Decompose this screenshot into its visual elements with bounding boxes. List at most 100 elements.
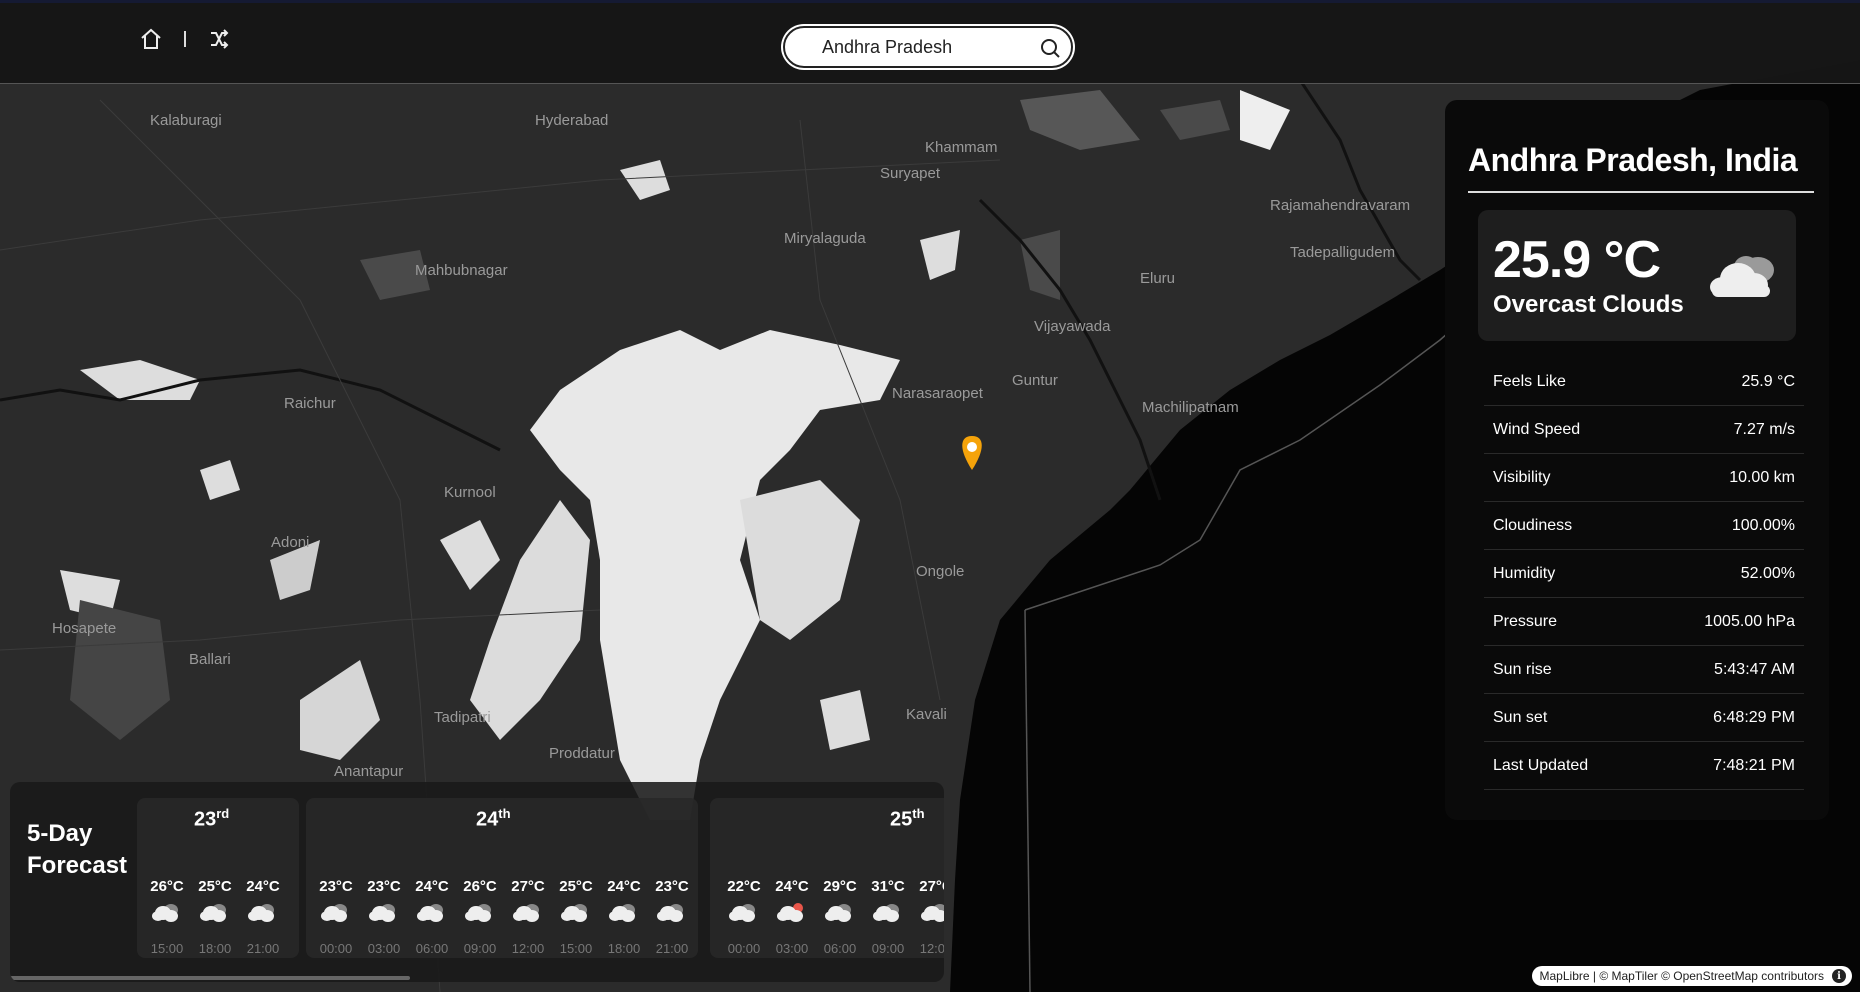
info-icon[interactable]: i: [1832, 969, 1846, 983]
map-attribution: MapLibre | © MapTiler © OpenStreetMap co…: [1531, 966, 1852, 986]
detail-row: Humidity 52.00%: [1484, 550, 1804, 598]
cloud-icon: [321, 904, 347, 922]
forecast-day: 23rd 26°C 15:00 25°C 18:00 24°C 21:00: [137, 798, 299, 958]
city-label: Ongole: [916, 563, 964, 580]
forecast-slot: 25°C 15:00: [554, 878, 598, 956]
detail-value: 7:48:21 PM: [1713, 756, 1795, 774]
location-title: Andhra Pradesh, India: [1468, 142, 1798, 178]
forecast-slot: 24°C 03:00: [770, 878, 814, 956]
cloud-icon: [248, 904, 274, 922]
city-label: Miryalaguda: [784, 230, 866, 247]
detail-row: Cloudiness 100.00%: [1484, 502, 1804, 550]
cloud-icon: [369, 904, 395, 922]
detail-value: 10.00 km: [1729, 468, 1795, 486]
cloud-icon: [465, 904, 491, 922]
slot-temperature: 27°C: [511, 878, 545, 895]
forecast-slot: 29°C 06:00: [818, 878, 862, 956]
city-label: Tadipatri: [434, 709, 491, 726]
detail-row: Pressure 1005.00 hPa: [1484, 598, 1804, 646]
forecast-slot: 24°C 18:00: [602, 878, 646, 956]
detail-row: Sun rise 5:43:47 AM: [1484, 646, 1804, 694]
city-label: Rajamahendravaram: [1270, 197, 1410, 214]
cloud-icon: [200, 904, 226, 922]
slot-time: 09:00: [463, 941, 497, 956]
detail-label: Humidity: [1493, 564, 1556, 582]
search-icon[interactable]: [1039, 37, 1061, 59]
forecast-slot: 23°C 03:00: [362, 878, 406, 956]
slot-temperature: 24°C: [415, 878, 449, 895]
slot-temperature: 24°C: [775, 878, 809, 895]
slot-time: 06:00: [823, 941, 857, 956]
forecast-panel[interactable]: 5-Day Forecast 23rd 26°C 15:00 25°C 18:00 24°…: [10, 782, 944, 982]
attribution-text: MapLibre | © MapTiler © OpenStreetMap co…: [1539, 969, 1824, 983]
shuffle-icon[interactable]: [206, 26, 232, 52]
detail-value: 7.27 m/s: [1733, 420, 1795, 438]
cloud-icon: [513, 904, 539, 922]
city-label: Kavali: [906, 706, 947, 723]
city-label: Mahbubnagar: [415, 262, 508, 279]
city-label: Kurnool: [444, 484, 496, 501]
city-label: Proddatur: [549, 745, 615, 762]
forecast-slot: 23°C 00:00: [314, 878, 358, 956]
forecast-day-label: 25th: [890, 806, 925, 832]
nav-separator: [184, 31, 186, 47]
city-label: Eluru: [1140, 270, 1175, 287]
detail-value: 6:48:29 PM: [1713, 708, 1795, 726]
detail-label: Sun set: [1493, 708, 1548, 726]
weather-panel: Andhra Pradesh, India 25.9 °C Overcast C…: [1445, 100, 1829, 820]
detail-value: 5:43:47 AM: [1714, 660, 1795, 678]
slot-temperature: 23°C: [319, 878, 353, 895]
detail-row: Last Updated 7:48:21 PM: [1484, 742, 1804, 790]
sun-cloud-icon: [777, 903, 803, 922]
overcast-cloud-icon: [1710, 256, 1774, 297]
weather-details: Feels Like 25.9 °C Wind Speed 7.27 m/s Visib…: [1484, 358, 1804, 790]
slot-time: 03:00: [775, 941, 809, 956]
day-number: 24: [476, 808, 499, 831]
city-label: Adoni: [271, 534, 309, 551]
cloud-icon: [729, 904, 755, 922]
slot-time: 09:00: [871, 941, 905, 956]
slot-time: 15:00: [150, 941, 184, 956]
forecast-day: 24th 23°C 00:00 23°C 03:00 24°C 06:00 26°C 09:00…: [306, 798, 698, 958]
slot-temperature: 25°C: [198, 878, 232, 895]
cloud-icon: [921, 904, 944, 922]
detail-value: 1005.00 hPa: [1704, 612, 1795, 630]
detail-label: Wind Speed: [1493, 420, 1581, 438]
city-label: Ballari: [189, 651, 231, 668]
detail-label: Feels Like: [1493, 372, 1566, 390]
detail-label: Sun rise: [1493, 660, 1552, 678]
top-bar: [0, 0, 1860, 84]
day-number: 25: [890, 808, 913, 831]
search-input[interactable]: [822, 36, 1022, 58]
forecast-slot: 25°C 18:00: [193, 878, 237, 956]
slot-temperature: 31°C: [871, 878, 905, 895]
day-suffix: th: [912, 806, 925, 821]
nav-controls: [138, 26, 232, 52]
slot-time: 15:00: [559, 941, 593, 956]
home-icon[interactable]: [138, 26, 164, 52]
detail-row: Visibility 10.00 km: [1484, 454, 1804, 502]
cloud-icon: [152, 904, 178, 922]
city-label: Suryapet: [880, 165, 941, 182]
forecast-slot: 31°C 09:00: [866, 878, 910, 956]
forecast-slot: 24°C 21:00: [241, 878, 285, 956]
forecast-title: 5-Day Forecast: [27, 818, 127, 882]
current-temperature: 25.9 °C: [1493, 231, 1661, 289]
detail-label: Cloudiness: [1493, 516, 1573, 534]
slot-time: 18:00: [607, 941, 641, 956]
cloud-icon: [609, 904, 635, 922]
forecast-slot: 23°C 21:00: [650, 878, 694, 956]
city-label: Raichur: [284, 395, 336, 412]
slot-time: 21:00: [246, 941, 280, 956]
forecast-slot: 24°C 06:00: [410, 878, 454, 956]
slot-time: 12:00: [919, 941, 944, 956]
city-label: Hyderabad: [535, 112, 608, 129]
city-label: Narasaraopet: [892, 385, 984, 402]
slot-temperature: 26°C: [463, 878, 497, 895]
slot-temperature: 24°C: [246, 878, 280, 895]
city-label: Khammam: [925, 139, 998, 156]
search-box[interactable]: [783, 26, 1073, 68]
forecast-scrollbar[interactable]: [10, 976, 410, 980]
cloud-icon: [417, 904, 443, 922]
forecast-slot: 26°C 09:00: [458, 878, 502, 956]
